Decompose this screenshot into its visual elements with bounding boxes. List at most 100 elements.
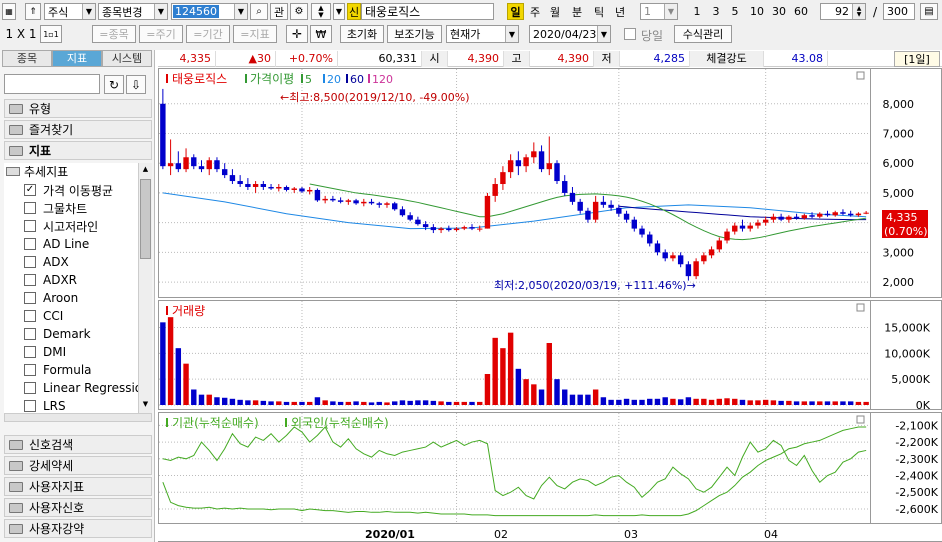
checkbox[interactable]	[24, 364, 36, 376]
minute-option-10[interactable]: 10	[747, 3, 767, 20]
minute-option-3[interactable]: 3	[709, 3, 723, 20]
tab-indicator[interactable]: 지표	[52, 50, 102, 67]
period-tab-year[interactable]: 년	[611, 3, 629, 20]
indicator-item[interactable]: Aroon	[24, 289, 78, 307]
init-button[interactable]: 초기화	[340, 25, 384, 43]
sync-indicator-button[interactable]: =지표	[233, 25, 277, 43]
indicator-item[interactable]: ADX	[24, 253, 69, 271]
volume-bar	[531, 384, 537, 405]
tree-folder-trend[interactable]: 추세지표	[6, 163, 68, 179]
refresh-icon[interactable]: ↻	[104, 75, 124, 94]
category-label: 신호검색	[29, 438, 74, 452]
indicator-item[interactable]: Formula	[24, 361, 92, 379]
updown-stepper-icon[interactable]: ▲ ▼	[311, 3, 331, 20]
crosshair-icon[interactable]: ✛	[286, 25, 308, 43]
stock-code-input[interactable]: 124560 ▼	[171, 3, 248, 20]
today-checkbox[interactable]	[624, 28, 636, 40]
scroll-down-icon[interactable]: ▼	[140, 399, 151, 410]
indicator-item[interactable]: LRS	[24, 397, 66, 413]
formula-manage-button[interactable]: 수식관리	[674, 25, 732, 43]
won-icon[interactable]: ₩	[310, 25, 332, 43]
checkbox[interactable]	[24, 274, 36, 286]
download-icon[interactable]: ⇩	[126, 75, 146, 94]
period-tab-tick[interactable]: 틱	[590, 3, 608, 20]
folder-icon	[9, 145, 23, 156]
price-type-select[interactable]: 현재가 ▼	[446, 25, 519, 43]
scroll-thumb[interactable]	[140, 179, 151, 259]
tab-stock[interactable]: 종목	[2, 50, 52, 67]
candle-body	[368, 201, 375, 204]
indicator-item-label: Demark	[43, 327, 91, 341]
total-count-input[interactable]: 300	[883, 3, 915, 20]
home-arrow-icon[interactable]: ⇑	[25, 3, 41, 20]
sync-period-button[interactable]: =주기	[139, 25, 183, 43]
period-tab-week[interactable]: 주	[526, 3, 544, 20]
tab-system[interactable]: 시스템	[102, 50, 152, 67]
candle-body	[623, 213, 630, 220]
horizontal-scrollbar[interactable]	[4, 413, 152, 422]
sidebar-category-user-strength[interactable]: 사용자강약	[4, 519, 152, 538]
minute-option-60[interactable]: 60	[791, 3, 811, 20]
period-tab-day[interactable]: 일	[507, 3, 524, 20]
candle-body	[322, 198, 328, 201]
volume-bar	[368, 402, 375, 405]
checkbox[interactable]	[24, 310, 36, 322]
sync-stock-button[interactable]: =종목	[92, 25, 136, 43]
checkbox[interactable]	[24, 328, 36, 340]
indicator-search-input[interactable]	[4, 74, 100, 94]
checkbox[interactable]	[24, 202, 36, 214]
indicator-item[interactable]: DMI	[24, 343, 66, 361]
checkbox-checked[interactable]: ✓	[24, 184, 36, 196]
candle-body	[500, 172, 506, 185]
sync-range-button[interactable]: =기간	[186, 25, 230, 43]
stock-icon[interactable]: ▦	[2, 3, 16, 20]
sidebar-category-favorites[interactable]: 즐겨찾기	[4, 120, 152, 139]
sidebar-category-strength[interactable]: 강세약세	[4, 456, 152, 475]
indicator-item[interactable]: AD Line	[24, 235, 89, 253]
indicator-item-label: LRS	[43, 399, 66, 413]
checkbox[interactable]	[24, 292, 36, 304]
indicator-item[interactable]: Linear Regression	[24, 379, 138, 397]
count-stepper[interactable]: 92 ▲ ▼	[820, 3, 866, 20]
volume-bar	[855, 401, 862, 405]
checkbox[interactable]	[24, 220, 36, 232]
indicator-scrollbar[interactable]: ▲ ▼	[138, 163, 152, 413]
small-layout-button[interactable]: 1▫1	[40, 25, 62, 43]
minute-option-5[interactable]: 5	[728, 3, 742, 20]
sidebar-category-signal-search[interactable]: 신호검색	[4, 435, 152, 454]
gwan-button[interactable]: 관	[270, 3, 288, 20]
indicator-item[interactable]: ✓ 가격 이동평균	[24, 181, 113, 199]
sidebar-category-user-indicator[interactable]: 사용자지표	[4, 477, 152, 496]
indicator-item[interactable]: 그물차트	[24, 199, 87, 217]
minute-select[interactable]: 1 ▼	[640, 3, 678, 20]
scroll-up-icon[interactable]: ▲	[140, 164, 151, 175]
checkbox[interactable]	[24, 256, 36, 268]
checkbox[interactable]	[24, 400, 36, 412]
minute-option-30[interactable]: 30	[769, 3, 789, 20]
checkbox[interactable]	[24, 382, 36, 394]
list-down-icon[interactable]: ▼	[333, 3, 345, 20]
chart-area[interactable]: 8,0007,0006,0005,0004,0003,0002,000태웅로직스…	[158, 68, 942, 542]
date-picker[interactable]: 2020/04/23 ▼	[529, 25, 611, 43]
indicator-item[interactable]: 시고저라인	[24, 217, 98, 235]
table-grid-icon[interactable]: ▤	[920, 3, 938, 20]
sidebar-category-indicator[interactable]: 지표	[4, 141, 152, 160]
checkbox[interactable]	[24, 238, 36, 250]
indicator-item[interactable]: CCI	[24, 307, 63, 325]
layout-1x1-button[interactable]: 1 X 1	[2, 25, 40, 43]
indicator-item[interactable]: Demark	[24, 325, 91, 343]
checkbox[interactable]	[24, 346, 36, 358]
folder-icon	[9, 523, 23, 534]
sidebar-category-user-signal[interactable]: 사용자신호	[4, 498, 152, 517]
period-tab-month[interactable]: 월	[546, 3, 564, 20]
sidebar-category-type[interactable]: 유형	[4, 99, 152, 118]
search-icon[interactable]: ⌕	[250, 3, 268, 20]
aux-function-button[interactable]: 보조기능	[387, 25, 442, 43]
period-tab-minute[interactable]: 분	[568, 3, 586, 20]
info-volume: 60,331	[338, 51, 422, 67]
market-select[interactable]: 주식 ▼	[44, 3, 96, 20]
gear-icon[interactable]: ⚙	[290, 3, 308, 20]
minute-option-1[interactable]: 1	[690, 3, 704, 20]
indicator-item[interactable]: ADXR	[24, 271, 77, 289]
change-stock-select[interactable]: 종목변경 ▼	[98, 3, 168, 20]
